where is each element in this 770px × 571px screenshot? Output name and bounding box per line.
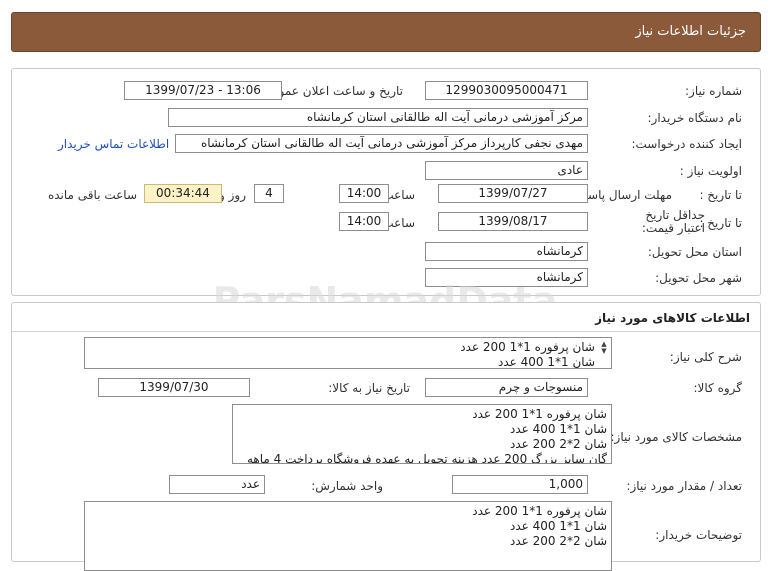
delivery-province-label: استان محل تحویل: <box>647 245 742 259</box>
need-date-field: 1399/07/30 <box>98 378 250 397</box>
delivery-province-field: کرمانشاه <box>425 242 588 261</box>
need-details-panel: شماره نیاز: 1299030095000471 تاریخ و ساع… <box>11 68 761 296</box>
buyer-org-label: نام دستگاه خریدار: <box>647 111 743 125</box>
validity-date-field: 1399/08/17 <box>438 212 588 231</box>
unit-label: واحد شمارش: <box>311 479 383 493</box>
page-title: جزئیات اطلاعات نیاز <box>635 24 746 39</box>
quantity-label: تعداد / مقدار مورد نیاز: <box>626 479 742 493</box>
price-validity-label: حداقل تاریخ اعتبار قیمت: <box>641 208 705 235</box>
creator-field: مهدی نجفی کارپرداز مرکز آموزشی درمانی آی… <box>175 134 588 153</box>
delivery-city-label: شهر محل تحویل: <box>655 271 742 285</box>
days-remaining-field: 4 <box>254 184 284 203</box>
scroll-arrows-icon[interactable]: ▲ ▼ <box>599 341 609 355</box>
unit-field: عدد <box>169 475 265 494</box>
priority-field: عادی <box>425 161 588 180</box>
buyer-desc-line: شان 1*1 400 عدد <box>510 519 607 533</box>
summary-label: شرح کلی نیاز: <box>669 350 742 364</box>
need-date-label: تاریخ نیاز به کالا: <box>328 381 410 395</box>
page-header: جزئیات اطلاعات نیاز <box>11 12 761 52</box>
summary-line: شان 1*1 400 عدد <box>498 355 595 369</box>
days-label: روز و <box>219 188 246 202</box>
specs-line: شان 1*1 400 عدد <box>510 422 607 436</box>
goods-panel: اطلاعات کالاهای مورد نیاز شرح کلی نیاز: … <box>11 302 761 571</box>
announce-date-field: 1399/07/23 - 13:06 <box>124 81 282 100</box>
priority-label: اولویت نیاز : <box>679 164 742 178</box>
specs-line: شان 2*2 200 عدد <box>510 437 607 451</box>
buyer-desc-label: توضیحات خریدار: <box>655 528 742 542</box>
quantity-field: 1,000 <box>452 475 588 494</box>
specs-field: شان پرفوره 1*1 200 عدد شان 1*1 400 عدد ش… <box>232 404 612 464</box>
buyer-org-field: مرکز آموزشی درمانی آیت اله طالقانی استان… <box>168 108 588 127</box>
time-remaining-field: 00:34:44 <box>144 184 222 203</box>
specs-line: گان سایز بزرگ 200 عدد هزینه تحویل به عهد… <box>246 452 607 464</box>
need-number-field: 1299030095000471 <box>425 81 588 100</box>
creator-label: ایجاد کننده درخواست: <box>631 137 742 151</box>
summary-field[interactable]: ▲ ▼ شان پرفوره 1*1 200 عدد شان 1*1 400 عد… <box>84 337 612 369</box>
specs-label: مشخصات کالای مورد نیاز: <box>610 430 742 444</box>
section-divider <box>12 331 760 332</box>
buyer-contact-link[interactable]: اطلاعات تماس خریدار <box>58 137 169 151</box>
need-number-label: شماره نیاز: <box>685 84 742 98</box>
reply-date-field: 1399/07/27 <box>438 184 588 203</box>
validity-time-field: 14:00 <box>339 212 389 231</box>
buyer-desc-line: شان پرفوره 1*1 200 عدد <box>472 504 607 518</box>
goods-group-field: منسوجات و چرم <box>425 378 588 397</box>
goods-section-title: اطلاعات کالاهای مورد نیاز <box>595 311 750 325</box>
summary-line: شان پرفوره 1*1 200 عدد <box>460 340 595 354</box>
validity-to-date-label: تا تاریخ : <box>699 216 742 230</box>
buyer-desc-line: شان 2*2 200 عدد <box>510 534 607 548</box>
time-remaining-label: ساعت باقی مانده <box>47 188 137 202</box>
goods-group-label: گروه کالا: <box>693 381 743 395</box>
delivery-city-field: کرمانشاه <box>425 268 588 287</box>
reply-to-date-label: تا تاریخ : <box>699 188 742 202</box>
reply-deadline-label: مهلت ارسال پاسخ: <box>576 188 672 202</box>
specs-line: شان پرفوره 1*1 200 عدد <box>472 407 607 421</box>
reply-time-field: 14:00 <box>339 184 389 203</box>
buyer-desc-field: شان پرفوره 1*1 200 عدد شان 1*1 400 عدد ش… <box>84 501 612 571</box>
